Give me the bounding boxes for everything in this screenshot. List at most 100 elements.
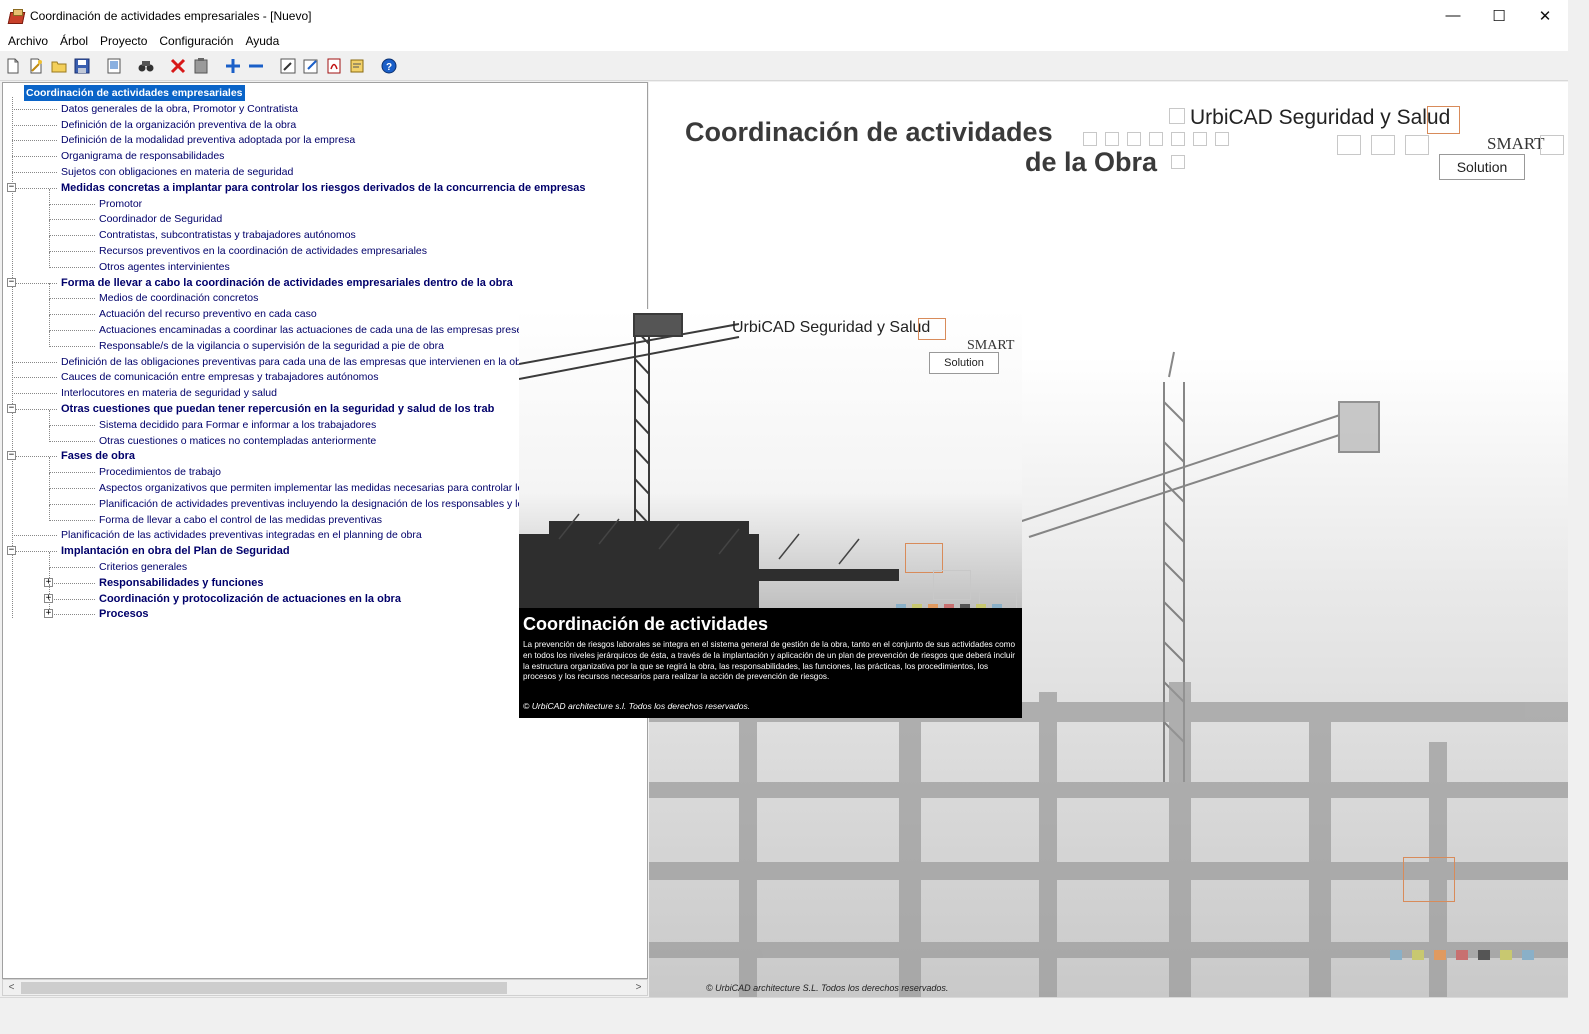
tree-connector — [49, 424, 95, 426]
tree-node[interactable]: Sujetos con obligaciones en materia de s… — [61, 164, 293, 180]
splash-info-panel: Coordinación de actividades La prevenció… — [519, 608, 1022, 718]
tree-connector — [49, 614, 95, 616]
tree-node[interactable]: Definición de las obligaciones preventiv… — [61, 354, 521, 370]
preview-icon[interactable] — [103, 55, 125, 77]
decor-square — [1193, 132, 1207, 146]
decor-square — [1522, 950, 1534, 960]
tree-node[interactable]: Otras cuestiones que puedan tener reperc… — [61, 401, 494, 417]
tree-node[interactable]: Coordinador de Seguridad — [99, 211, 222, 227]
tree-node[interactable]: Cauces de comunicación entre empresas y … — [61, 369, 379, 385]
open-folder-icon[interactable] — [48, 55, 70, 77]
pdf-icon[interactable] — [323, 55, 345, 77]
menu-ayuda[interactable]: Ayuda — [239, 31, 285, 51]
tree-node[interactable]: Actuación del recurso preventivo en cada… — [99, 306, 317, 322]
tree-node[interactable]: Planificación de actividades preventivas… — [99, 496, 523, 512]
tree-node[interactable]: Otras cuestiones o matices no contemplad… — [99, 433, 376, 449]
window-title: Coordinación de actividades empresariale… — [30, 8, 312, 23]
scroll-left-button[interactable]: < — [3, 980, 20, 996]
tree-connector — [12, 282, 57, 284]
tree-node[interactable]: Forma de llevar a cabo el control de las… — [99, 512, 382, 528]
tree-node[interactable]: Procedimientos de trabajo — [99, 464, 221, 480]
tree-node[interactable]: Planificación de las actividades prevent… — [61, 527, 422, 543]
tree-connector — [49, 504, 50, 521]
tree-node[interactable]: Promotor — [99, 196, 142, 212]
tree-node[interactable]: Definición de la organización preventiva… — [61, 117, 296, 133]
menu-configuracion[interactable]: Configuración — [153, 31, 239, 51]
background-title-line2: de la Obra — [1025, 147, 1158, 177]
close-button[interactable]: ✕ — [1522, 0, 1568, 31]
decor-square — [1083, 132, 1097, 146]
new-document-icon[interactable] — [2, 55, 24, 77]
tree-node[interactable]: Responsabilidades y funciones — [99, 575, 263, 591]
tree-node[interactable]: Recursos preventivos en la coordinación … — [99, 243, 427, 259]
tree-node[interactable]: Organigrama de responsabilidades — [61, 148, 224, 164]
expand-plus-icon[interactable] — [222, 55, 244, 77]
tree-node[interactable]: Criterios generales — [99, 559, 187, 575]
tree-node[interactable]: Responsable/s de la vigilancia o supervi… — [99, 338, 444, 354]
find-icon[interactable] — [135, 55, 157, 77]
scroll-right-button[interactable]: > — [630, 980, 647, 996]
tree-connector — [12, 187, 57, 189]
collapse-node-icon[interactable]: − — [7, 404, 16, 413]
horizontal-scrollbar[interactable]: < > — [2, 979, 648, 996]
tree-node[interactable]: Contratistas, subcontratistas y trabajad… — [99, 227, 356, 243]
tree-connector — [12, 97, 13, 619]
tree-root[interactable]: Coordinación de actividades empresariale… — [23, 84, 246, 102]
tree-node[interactable]: Aspectos organizativos que permiten impl… — [99, 480, 529, 496]
scroll-thumb[interactable] — [21, 982, 507, 994]
wizard-icon[interactable] — [25, 55, 47, 77]
tree-connector — [49, 299, 50, 316]
decor-square — [1171, 132, 1185, 146]
background-brand: UrbiCAD Seguridad y Salud — [1190, 106, 1451, 129]
menu-proyecto[interactable]: Proyecto — [94, 31, 153, 51]
tree-node[interactable]: Coordinación y protocolización de actuac… — [99, 591, 401, 607]
tree-node[interactable]: Interlocutores en materia de seguridad y… — [61, 385, 277, 401]
tree-node[interactable]: Medidas concretas a implantar para contr… — [61, 180, 586, 196]
tree-connector — [12, 172, 57, 173]
tree-connector — [49, 188, 50, 205]
menu-arbol[interactable]: Árbol — [54, 31, 94, 51]
tree-node[interactable]: Datos generales de la obra, Promotor y C… — [61, 101, 298, 117]
tree-connector — [49, 203, 95, 205]
delete-icon[interactable] — [167, 55, 189, 77]
background-title-line1: Coordinación de actividades — [685, 117, 1053, 147]
tree-connector — [49, 552, 50, 568]
tree-node[interactable]: Otros agentes intervinientes — [99, 259, 230, 275]
tree-node[interactable]: Implantación en obra del Plan de Segurid… — [61, 543, 290, 559]
tree-node[interactable]: Fases de obra — [61, 448, 135, 464]
decor-square — [1412, 950, 1424, 960]
tree-node[interactable]: Actuaciones encaminadas a coordinar las … — [99, 322, 522, 338]
tree-connector — [49, 236, 50, 252]
clipboard-icon[interactable] — [190, 55, 212, 77]
tree-connector — [49, 266, 95, 268]
tree-node[interactable]: Definición de la modalidad preventiva ad… — [61, 132, 355, 148]
collapse-node-icon[interactable]: − — [7, 277, 16, 287]
report-icon[interactable] — [346, 55, 368, 77]
collapse-node-icon[interactable]: − — [7, 451, 16, 461]
tree-connector — [49, 473, 50, 489]
decor-square — [1169, 108, 1185, 124]
help-icon[interactable]: ? — [378, 55, 400, 77]
menu-archivo[interactable]: Archivo — [2, 31, 54, 51]
collapse-node-icon[interactable]: − — [7, 182, 16, 192]
edit-note-icon[interactable] — [300, 55, 322, 77]
tree-node[interactable]: Forma de llevar a cabo la coordinación d… — [61, 275, 513, 291]
edit-tool-icon[interactable] — [277, 55, 299, 77]
save-icon[interactable] — [71, 55, 93, 77]
tree-node[interactable]: Procesos — [99, 606, 149, 622]
collapse-minus-icon[interactable] — [245, 55, 267, 77]
minimize-button[interactable]: — — [1430, 0, 1476, 31]
expand-node-icon[interactable]: + — [44, 609, 53, 619]
tree-node[interactable]: Sistema decidido para Formar e informar … — [99, 417, 376, 433]
tree-connector — [49, 330, 95, 331]
tree-connector — [12, 124, 57, 126]
maximize-button[interactable]: ☐ — [1476, 0, 1522, 31]
collapse-node-icon[interactable]: − — [7, 546, 16, 556]
tree-node[interactable]: Medios de coordinación concretos — [99, 290, 258, 306]
background-smart: SMART — [1487, 134, 1545, 153]
splash-description: La prevención de riesgos laborales se in… — [523, 640, 1016, 682]
window-controls: — ☐ ✕ — [1430, 0, 1568, 31]
tree-connector — [12, 140, 57, 142]
decor-square — [1337, 135, 1361, 155]
background-solution: Solution — [1439, 154, 1525, 180]
